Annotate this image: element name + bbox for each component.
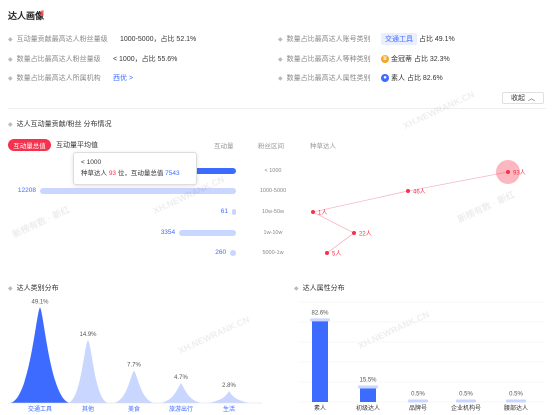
attribute-axis-label: 初级达人 (356, 404, 380, 412)
attribute-bar-cap (310, 318, 330, 322)
attribute-bar[interactable] (312, 319, 328, 402)
attribute-axis-label: 品牌号 (409, 404, 427, 412)
attribute-axis-label: 企业机构号 (451, 404, 481, 412)
attribute-bar-cap (408, 399, 428, 403)
attribute-bar-chart: 82.6% 素人 15.5% 初级达人 0.5% 品牌号 0.5% 企业机构号 0.5% 腰部达人 (298, 301, 544, 412)
attribute-axis-label: 素人 (314, 404, 326, 412)
attribute-axis-label: 腰部达人 (504, 404, 528, 412)
attribute-bar-cap (456, 399, 476, 403)
attribute-value-label: 0.5% (509, 392, 523, 398)
attribute-bar-cap (358, 385, 378, 389)
attribute-value-label: 0.5% (459, 392, 473, 398)
bar-tooltip: < 1000 种草达人 93 位，互动量总值 7543 (73, 152, 197, 185)
attribute-bar[interactable] (360, 386, 376, 403)
attribute-bar-cap (506, 399, 526, 403)
attribute-value-label: 0.5% (411, 392, 425, 398)
attribute-value-label: 82.6% (311, 310, 329, 316)
attribute-value-label: 15.5% (359, 378, 377, 384)
